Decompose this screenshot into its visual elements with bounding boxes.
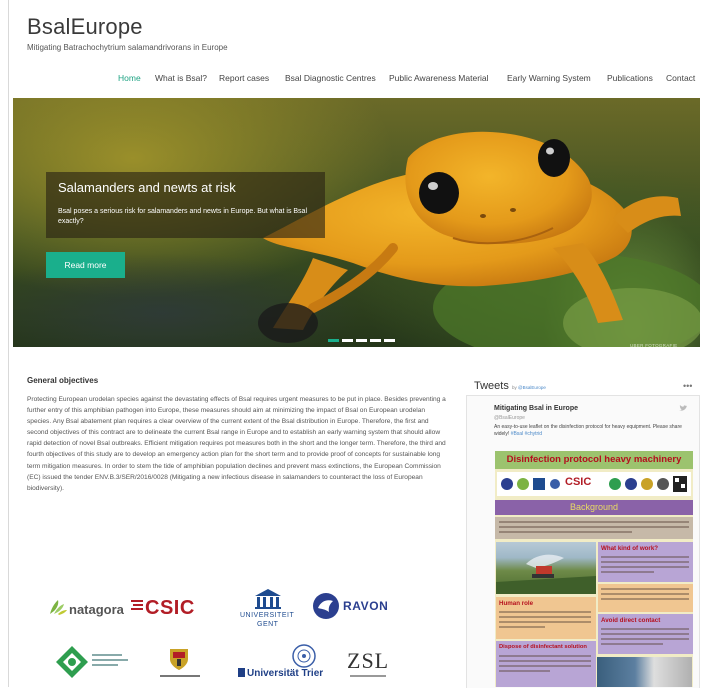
amphibian-logo-text bbox=[92, 654, 130, 666]
crest-caption-line bbox=[160, 675, 200, 677]
poster-background-heading: Background bbox=[495, 500, 693, 515]
poster-avoid-label: Avoid direct contact bbox=[601, 617, 661, 624]
amphibian-logo[interactable] bbox=[55, 645, 89, 684]
zsl-caption-line bbox=[350, 675, 386, 677]
tweets-menu-icon[interactable]: ••• bbox=[683, 381, 692, 391]
tweets-by: by @BsalEurope bbox=[512, 385, 546, 390]
amphibian-diamond-icon bbox=[56, 646, 88, 678]
poster-partner-icons bbox=[501, 476, 687, 492]
read-more-button[interactable]: Read more bbox=[46, 252, 125, 278]
ugent-text-1: UNIVERSITEIT bbox=[240, 612, 295, 619]
site-title[interactable]: BsalEurope bbox=[27, 14, 143, 40]
poster-dispose-lines bbox=[499, 655, 591, 675]
tweet-hashtags[interactable]: #Bsal #chytrid bbox=[511, 431, 542, 437]
ugent-building-icon bbox=[255, 589, 281, 609]
poster-what-kind-label: What kind of work? bbox=[601, 545, 659, 552]
tweets-by-label: by bbox=[512, 385, 517, 390]
zsl-logo[interactable]: ZSL bbox=[347, 648, 389, 674]
tweets-title: Tweets bbox=[474, 380, 509, 392]
bird-glyph bbox=[679, 405, 687, 411]
slider-dot[interactable] bbox=[384, 339, 395, 342]
poster-dog-photo bbox=[597, 657, 692, 687]
page-left-border bbox=[8, 0, 9, 687]
trier-mark-icon bbox=[238, 668, 245, 677]
nav-early-warning[interactable]: Early Warning System bbox=[507, 73, 591, 83]
poster-avoid-lines bbox=[601, 628, 689, 648]
hero-caption-title: Salamanders and newts at risk bbox=[58, 180, 236, 195]
poster-orange-lines bbox=[601, 588, 689, 603]
logo-text-line bbox=[92, 659, 128, 661]
nav-contact[interactable]: Contact bbox=[666, 73, 695, 83]
poster-csic-text: CSIC bbox=[565, 476, 592, 488]
logo-text-line bbox=[92, 654, 122, 656]
slider-dot[interactable] bbox=[370, 339, 381, 342]
csic-logo[interactable]: CSIC bbox=[145, 597, 195, 620]
poster-headline: Disinfection protocol heavy machinery bbox=[495, 451, 693, 469]
poster-human-role-label: Human role bbox=[499, 600, 534, 607]
poster-human-role-lines bbox=[499, 611, 591, 631]
poster-field-photo bbox=[496, 542, 596, 594]
university-crest-logo[interactable] bbox=[168, 646, 190, 677]
objectives-title: General objectives bbox=[27, 376, 99, 385]
nav-publications[interactable]: Publications bbox=[607, 73, 653, 83]
csic-mark bbox=[131, 598, 144, 610]
slider-dot[interactable] bbox=[328, 339, 339, 342]
poster-intro-lines bbox=[499, 521, 689, 536]
tweet-author-name[interactable]: Mitigating Bsal in Europe bbox=[494, 405, 578, 412]
ravon-text: RAVON bbox=[343, 599, 389, 613]
poster-dispose-label: Dispose of disinfectant solution bbox=[499, 644, 587, 650]
tweet-text: An easy-to-use leaflet on the disinfecti… bbox=[494, 424, 690, 438]
ugent-text-2: GENT bbox=[257, 621, 279, 628]
site-tagline: Mitigating Batrachochytrium salamandrivo… bbox=[27, 43, 228, 52]
hero-caption-text: Bsal poses a serious risk for salamander… bbox=[58, 208, 308, 225]
ravon-emblem-icon bbox=[313, 593, 339, 619]
photo-credit: UBER FOTOGRAFIE bbox=[630, 343, 678, 348]
ugent-logo[interactable] bbox=[253, 588, 283, 615]
poster-what-kind-lines bbox=[601, 556, 689, 576]
objectives-text: Protecting European urodelan species aga… bbox=[27, 396, 446, 492]
trier-text: Universität Trier bbox=[247, 668, 324, 679]
poster-orange-box-1 bbox=[598, 584, 693, 612]
crest-shield-icon bbox=[170, 649, 188, 670]
poster-logo-strip: CSIC bbox=[497, 472, 691, 496]
natagora-leaf-icon bbox=[50, 600, 67, 615]
twitter-bird-icon bbox=[679, 405, 687, 414]
nav-diagnostic-centres[interactable]: Bsal Diagnostic Centres bbox=[285, 73, 376, 83]
trier-logo[interactable]: Universität Trier bbox=[238, 668, 323, 679]
nav-what-is-bsal[interactable]: What is Bsal? bbox=[155, 73, 207, 83]
natagora-logo[interactable] bbox=[48, 598, 68, 621]
nav-report-cases[interactable]: Report cases bbox=[219, 73, 269, 83]
tweet-author-handle[interactable]: @BsalEurope bbox=[494, 415, 525, 421]
machinery-photo bbox=[496, 554, 596, 594]
trier-seal-icon bbox=[292, 644, 316, 668]
csic-stripes-icon bbox=[131, 600, 143, 610]
slider-dot[interactable] bbox=[342, 339, 353, 342]
main-nav: Home What is Bsal? Report cases Bsal Dia… bbox=[0, 73, 698, 87]
nav-public-awareness[interactable]: Public Awareness Material bbox=[389, 73, 489, 83]
ravon-logo[interactable] bbox=[312, 592, 340, 625]
logo-text-line bbox=[92, 664, 118, 666]
slider-dot[interactable] bbox=[356, 339, 367, 342]
poster-intro-block bbox=[495, 517, 693, 539]
natagora-text: natagora bbox=[69, 602, 124, 617]
tweets-handle-link[interactable]: @BsalEurope bbox=[518, 385, 546, 390]
nav-home[interactable]: Home bbox=[118, 73, 141, 83]
